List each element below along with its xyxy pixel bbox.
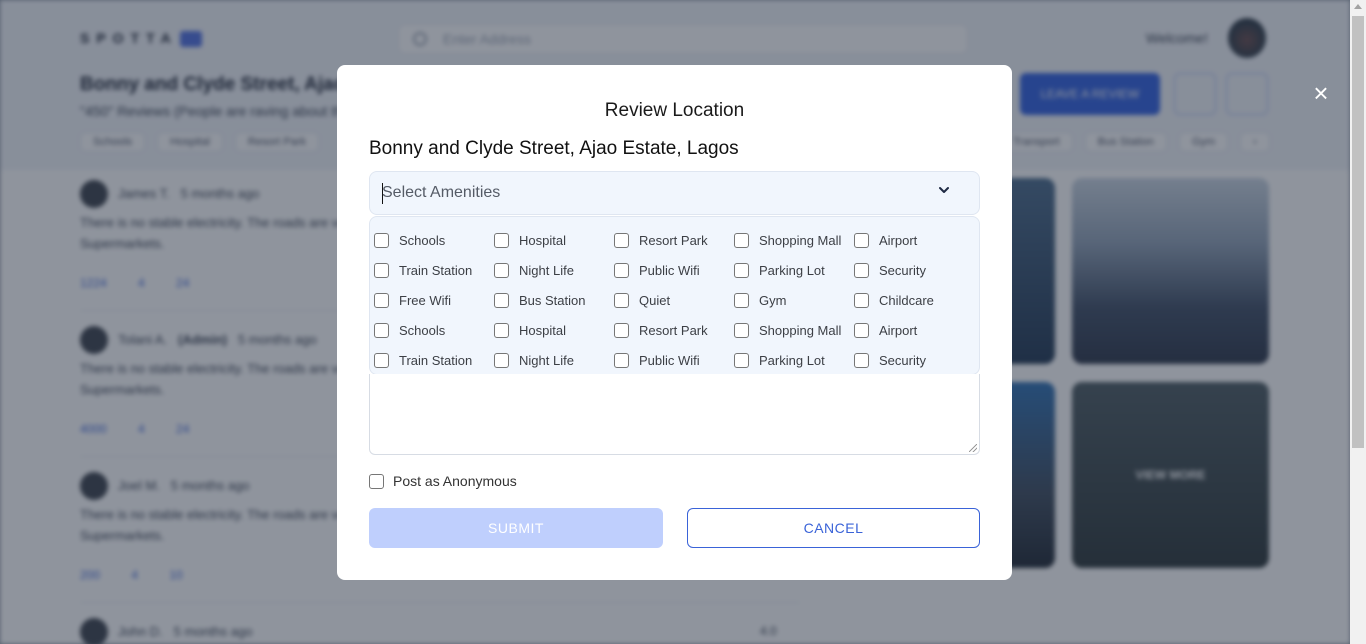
- amenity-option[interactable]: Airport: [854, 225, 974, 255]
- amenity-checkbox[interactable]: [494, 352, 509, 368]
- amenity-option[interactable]: Parking Lot: [734, 255, 854, 285]
- amenity-checkbox[interactable]: [734, 322, 749, 338]
- amenity-checkbox[interactable]: [854, 352, 869, 368]
- amenity-option[interactable]: Public Wifi: [614, 345, 734, 375]
- resize-handle-icon[interactable]: [969, 444, 977, 452]
- amenities-grid: Schools Hospital Resort Park Shopping Mall A…: [374, 225, 979, 375]
- select-placeholder: Select Amenities: [382, 184, 501, 201]
- amenity-option[interactable]: Security: [854, 345, 974, 375]
- amenity-option[interactable]: Security: [854, 255, 974, 285]
- scrollbar[interactable]: [1350, 0, 1366, 644]
- amenity-label: Shopping Mall: [759, 232, 842, 248]
- amenity-label: Resort Park: [639, 322, 708, 338]
- amenity-label: Free Wifi: [399, 292, 451, 308]
- amenity-label: Parking Lot: [759, 352, 825, 368]
- amenity-checkbox[interactable]: [374, 232, 389, 248]
- amenity-checkbox[interactable]: [614, 262, 629, 278]
- scroll-up-arrow-icon[interactable]: [1354, 4, 1362, 9]
- amenity-checkbox[interactable]: [494, 262, 509, 278]
- amenity-checkbox[interactable]: [734, 232, 749, 248]
- amenity-checkbox[interactable]: [854, 232, 869, 248]
- amenity-option[interactable]: Hospital: [494, 225, 614, 255]
- amenity-label: Night Life: [519, 262, 574, 278]
- amenity-checkbox[interactable]: [734, 352, 749, 368]
- chevron-down-icon[interactable]: [939, 185, 949, 195]
- amenity-option[interactable]: Gym: [734, 285, 854, 315]
- amenity-option[interactable]: Public Wifi: [614, 255, 734, 285]
- amenity-option[interactable]: Parking Lot: [734, 345, 854, 375]
- amenity-label: Bus Station: [519, 292, 586, 308]
- amenity-checkbox[interactable]: [614, 292, 629, 308]
- amenity-option[interactable]: Schools: [374, 315, 494, 345]
- amenity-label: Shopping Mall: [759, 322, 842, 338]
- amenity-option[interactable]: Quiet: [614, 285, 734, 315]
- amenity-option[interactable]: Free Wifi: [374, 285, 494, 315]
- amenity-option[interactable]: Shopping Mall: [734, 315, 854, 345]
- amenity-checkbox[interactable]: [494, 322, 509, 338]
- amenity-option[interactable]: Schools: [374, 225, 494, 255]
- amenity-checkbox[interactable]: [854, 262, 869, 278]
- amenity-checkbox[interactable]: [854, 322, 869, 338]
- amenity-checkbox[interactable]: [614, 322, 629, 338]
- amenity-label: Public Wifi: [639, 262, 700, 278]
- review-textarea[interactable]: [369, 374, 980, 455]
- amenity-checkbox[interactable]: [374, 262, 389, 278]
- amenity-label: Childcare: [879, 292, 934, 308]
- amenity-label: Resort Park: [639, 232, 708, 248]
- amenity-checkbox[interactable]: [734, 262, 749, 278]
- amenity-label: Quiet: [639, 292, 671, 308]
- submit-button[interactable]: SUBMIT: [369, 508, 663, 548]
- amenity-option[interactable]: Resort Park: [614, 225, 734, 255]
- checkbox[interactable]: [369, 473, 384, 489]
- amenities-dropdown: Schools Hospital Resort Park Shopping Mall A…: [369, 216, 980, 375]
- amenity-checkbox[interactable]: [494, 232, 509, 248]
- modal-title: Review Location: [604, 100, 745, 121]
- amenity-label: Hospital: [519, 322, 566, 338]
- amenity-checkbox[interactable]: [734, 292, 749, 308]
- amenity-checkbox[interactable]: [494, 292, 509, 308]
- amenity-option[interactable]: Train Station: [374, 345, 494, 375]
- amenity-option[interactable]: Night Life: [494, 255, 614, 285]
- amenity-label: Train Station: [399, 262, 473, 278]
- amenity-label: Schools: [399, 322, 446, 338]
- amenity-checkbox[interactable]: [614, 232, 629, 248]
- amenity-option[interactable]: Train Station: [374, 255, 494, 285]
- amenity-label: Security: [879, 262, 926, 278]
- amenity-label: Gym: [759, 292, 787, 308]
- amenity-option[interactable]: Airport: [854, 315, 974, 345]
- amenity-option[interactable]: Childcare: [854, 285, 974, 315]
- cancel-button[interactable]: CANCEL: [687, 508, 980, 548]
- amenity-label: Airport: [879, 232, 918, 248]
- amenity-label: Train Station: [399, 352, 473, 368]
- amenity-label: Public Wifi: [639, 352, 700, 368]
- amenity-checkbox[interactable]: [614, 352, 629, 368]
- amenity-label: Airport: [879, 322, 918, 338]
- amenity-checkbox[interactable]: [374, 292, 389, 308]
- amenity-option[interactable]: Shopping Mall: [734, 225, 854, 255]
- amenity-checkbox[interactable]: [854, 292, 869, 308]
- amenity-label: Security: [879, 352, 926, 368]
- amenity-option[interactable]: Night Life: [494, 345, 614, 375]
- amenity-option[interactable]: Hospital: [494, 315, 614, 345]
- amenity-checkbox[interactable]: [374, 322, 389, 338]
- post-anonymous-checkbox[interactable]: Post as Anonymous: [369, 473, 517, 489]
- amenity-label: Hospital: [519, 232, 566, 248]
- location-name: Bonny and Clyde Street, Ajao Estate, Lag…: [369, 138, 739, 159]
- amenity-label: Schools: [399, 232, 446, 248]
- scrollbar-thumb[interactable]: [1352, 16, 1364, 448]
- review-location-modal: Review Location Bonny and Clyde Street, …: [337, 65, 1012, 580]
- post-anonymous-label: Post as Anonymous: [393, 473, 517, 489]
- amenity-checkbox[interactable]: [374, 352, 389, 368]
- amenity-option[interactable]: Resort Park: [614, 315, 734, 345]
- amenities-select[interactable]: Select Amenities: [369, 171, 980, 215]
- amenity-label: Parking Lot: [759, 262, 825, 278]
- amenity-label: Night Life: [519, 352, 574, 368]
- close-icon[interactable]: ×: [1309, 80, 1333, 106]
- amenity-option[interactable]: Bus Station: [494, 285, 614, 315]
